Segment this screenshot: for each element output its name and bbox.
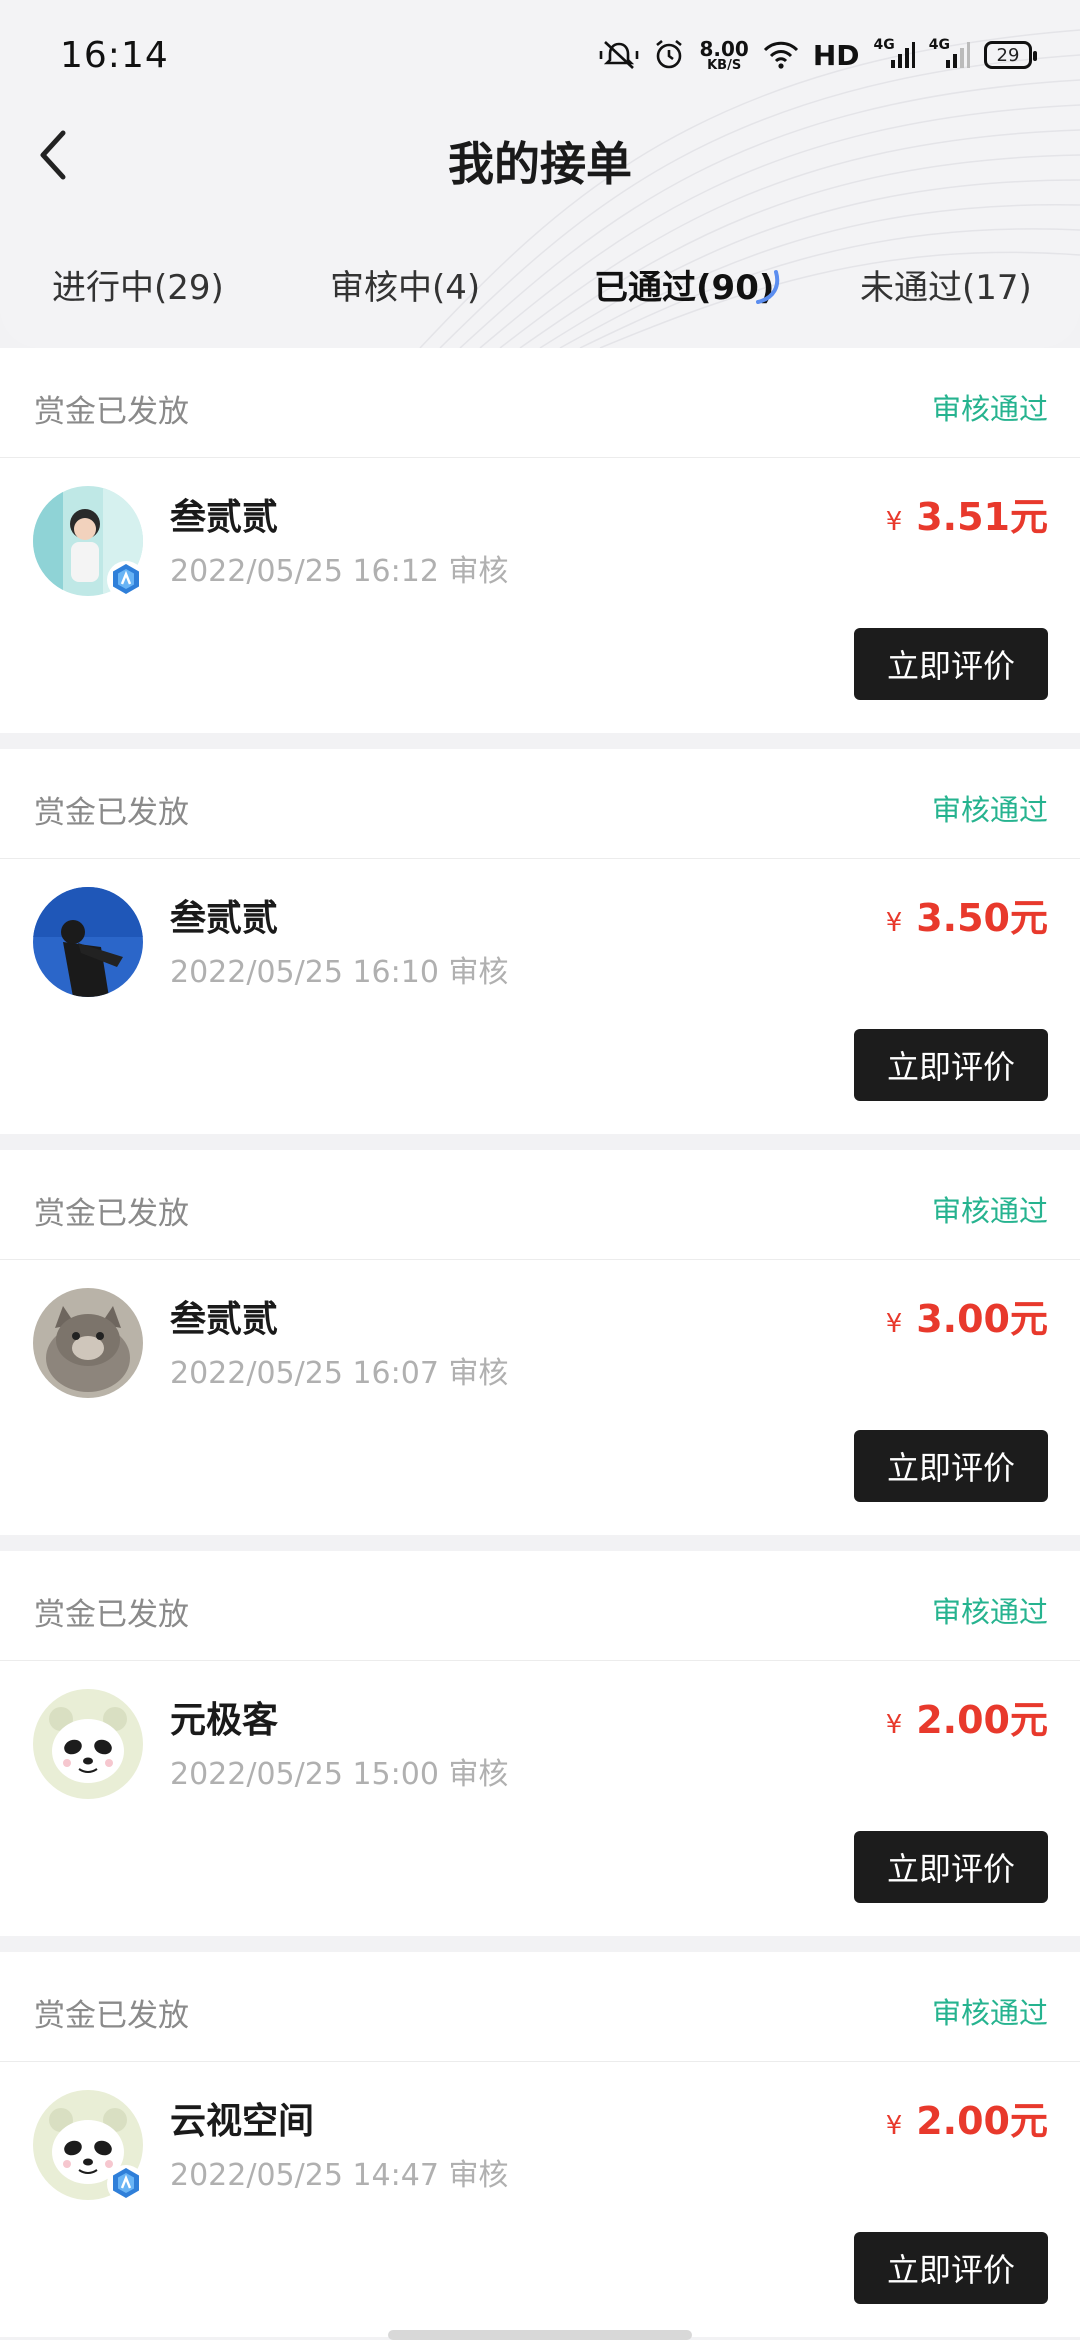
- evaluate-button[interactable]: 立即评价: [854, 628, 1048, 700]
- amount-value: 3.50元: [916, 896, 1048, 940]
- order-card-3: 赏金已发放 审核通过 叁贰贰 2022/05/25 16:07 审核 ¥ 3.0…: [0, 1150, 1080, 1535]
- tab-approved[interactable]: 已通过(90): [594, 260, 774, 309]
- wifi-icon: [763, 40, 799, 70]
- user-name: 叁贰贰: [170, 1299, 279, 1340]
- reward-amount: ¥ 3.00元: [886, 1288, 1048, 1343]
- tab-in-progress[interactable]: 进行中(29): [52, 260, 224, 309]
- speed-unit: KB/S: [707, 57, 742, 73]
- review-time: 2022/05/25 15:00 审核: [170, 1757, 509, 1792]
- tab-bar: 进行中(29) 审核中(4) 已通过(90) 未通过(17): [0, 240, 1080, 330]
- home-indicator: [388, 2330, 692, 2340]
- net-label-1: 4G: [873, 37, 895, 53]
- review-status: 审核通过: [931, 793, 1048, 827]
- review-status: 审核通过: [931, 392, 1048, 426]
- signal-icon-2: 4G: [928, 37, 970, 70]
- review-time: 2022/05/25 16:10 审核: [170, 955, 509, 990]
- card-header: 赏金已发放 审核通过: [0, 1551, 1080, 1661]
- tab-under-review[interactable]: 审核中(4): [330, 260, 480, 309]
- status-bar: 16:14 8.00 KB/S HD 4G 4G 29: [0, 0, 1080, 110]
- reward-amount: ¥ 3.50元: [886, 887, 1048, 942]
- evaluate-button[interactable]: 立即评价: [854, 2232, 1048, 2304]
- reward-status: 赏金已发放: [34, 1998, 189, 2034]
- active-tab-indicator: [756, 270, 780, 304]
- card-header: 赏金已发放 审核通过: [0, 348, 1080, 458]
- status-time: 16:14: [60, 34, 169, 76]
- network-speed: 8.00 KB/S: [699, 39, 748, 72]
- hd-indicator: HD: [812, 38, 860, 72]
- user-name: 叁贰贰: [170, 497, 279, 538]
- amount-value: 3.51元: [916, 495, 1048, 539]
- card-header: 赏金已发放 审核通过: [0, 1150, 1080, 1260]
- currency-symbol: ¥: [885, 1710, 903, 1740]
- verified-badge-icon: [106, 2164, 146, 2204]
- review-status: 审核通过: [931, 1194, 1048, 1228]
- status-icons: 8.00 KB/S HD 4G 4G 29: [599, 37, 1037, 72]
- user-name: 叁贰贰: [170, 898, 279, 939]
- evaluate-button[interactable]: 立即评价: [854, 1029, 1048, 1101]
- tab-rejected[interactable]: 未通过(17): [860, 260, 1032, 309]
- user-name: 云视空间: [170, 2101, 315, 2142]
- review-time: 2022/05/25 16:07 审核: [170, 1356, 509, 1391]
- card-header: 赏金已发放 审核通过: [0, 749, 1080, 859]
- card-header: 赏金已发放 审核通过: [0, 1952, 1080, 2062]
- amount-value: 2.00元: [916, 1698, 1048, 1742]
- reward-amount: ¥ 2.00元: [886, 2090, 1048, 2145]
- amount-value: 2.00元: [916, 2099, 1048, 2143]
- evaluate-button[interactable]: 立即评价: [854, 1430, 1048, 1502]
- avatar-avatar-panda[interactable]: [33, 1689, 143, 1799]
- currency-symbol: ¥: [885, 2111, 903, 2141]
- order-card-5: 赏金已发放 审核通过 云视空间 2022/05/25 14:47 审核 ¥ 2.…: [0, 1952, 1080, 2337]
- net-label-2: 4G: [928, 37, 950, 53]
- evaluate-button[interactable]: 立即评价: [854, 1831, 1048, 1903]
- review-status: 审核通过: [931, 1595, 1048, 1629]
- amount-value: 3.00元: [916, 1297, 1048, 1341]
- verified-badge-icon: [106, 560, 146, 600]
- currency-symbol: ¥: [885, 507, 903, 537]
- battery-icon: 29: [984, 41, 1037, 69]
- reward-status: 赏金已发放: [34, 1196, 189, 1232]
- reward-status: 赏金已发放: [34, 795, 189, 831]
- mute-icon: [599, 39, 639, 71]
- nav-bar: 我的接单: [0, 110, 1080, 200]
- review-time: 2022/05/25 16:12 审核: [170, 554, 509, 589]
- review-status: 审核通过: [931, 1996, 1048, 2030]
- reward-status: 赏金已发放: [34, 394, 189, 430]
- reward-amount: ¥ 2.00元: [886, 1689, 1048, 1744]
- user-name: 元极客: [170, 1700, 279, 1741]
- order-card-2: 赏金已发放 审核通过 叁贰贰 2022/05/25 16:10 审核 ¥ 3.5…: [0, 749, 1080, 1134]
- signal-icon-1: 4G: [873, 37, 915, 70]
- review-time: 2022/05/25 14:47 审核: [170, 2158, 509, 2193]
- reward-amount: ¥ 3.51元: [886, 486, 1048, 541]
- currency-symbol: ¥: [885, 1309, 903, 1339]
- order-card-1: 赏金已发放 审核通过 叁贰贰 2022/05/25 16:12 审核 ¥ 3.5…: [0, 348, 1080, 733]
- avatar-avatar-sky[interactable]: [33, 887, 143, 997]
- reward-status: 赏金已发放: [34, 1597, 189, 1633]
- speed-value: 8.00: [699, 36, 749, 61]
- avatar-avatar-cat[interactable]: [33, 1288, 143, 1398]
- currency-symbol: ¥: [885, 908, 903, 938]
- page-title: 我的接单: [448, 137, 632, 191]
- header: 16:14 8.00 KB/S HD 4G 4G 29 我的接单 进行中(29)…: [0, 0, 1080, 348]
- alarm-icon: [653, 39, 685, 71]
- order-card-4: 赏金已发放 审核通过 元极客 2022/05/25 15:00 审核 ¥ 2.0…: [0, 1551, 1080, 1936]
